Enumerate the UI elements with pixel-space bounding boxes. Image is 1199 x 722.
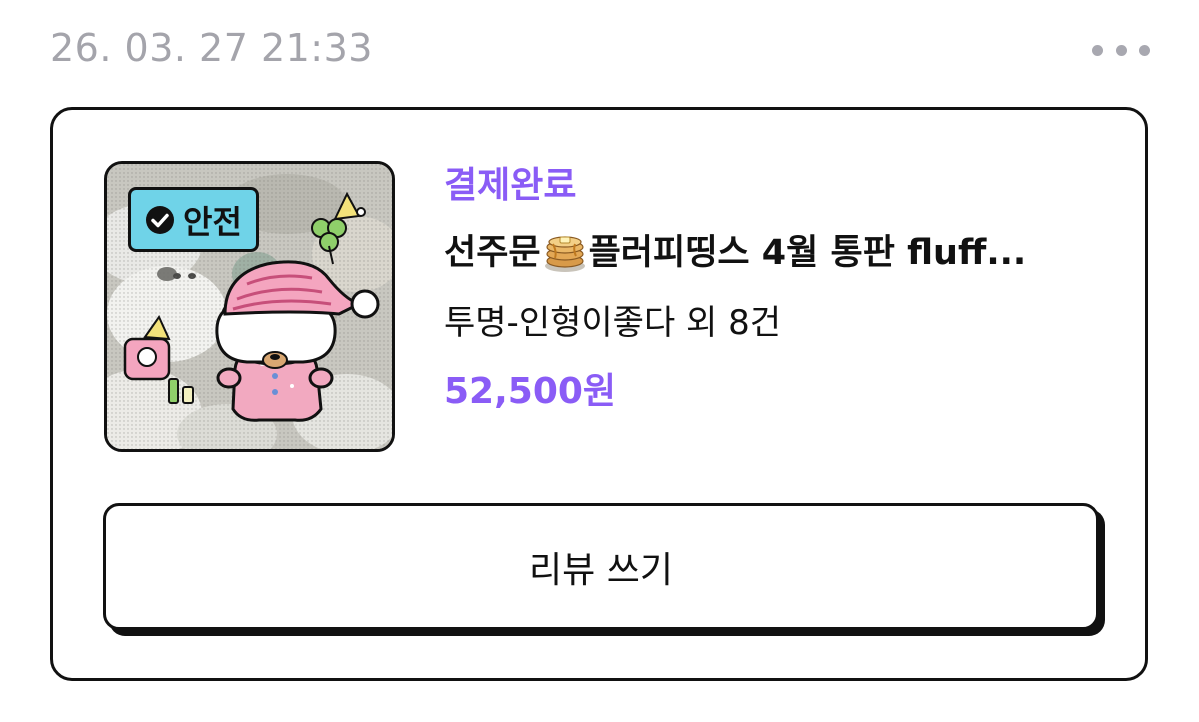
more-options-icon[interactable]	[1092, 40, 1150, 60]
product-title-suffix: 플러피띵스 4월 통판 fluff...	[588, 233, 1027, 273]
write-review-button[interactable]: 리뷰 쓰기	[103, 503, 1099, 630]
more-dot	[1115, 44, 1127, 56]
product-title-prefix: 선주문	[444, 233, 541, 273]
order-price: 52,500원	[444, 371, 617, 412]
more-dot	[1092, 44, 1103, 56]
product-title[interactable]: 선주문 플러피띵스 4월 통판 fluff...	[444, 230, 1104, 276]
check-circle-icon	[146, 205, 174, 234]
product-thumbnail[interactable]: 안전	[104, 161, 395, 452]
safe-badge: 안전	[128, 187, 259, 252]
payment-status: 결제완료	[444, 165, 577, 206]
order-history-page: 26. 03. 27 21:33 안전 결제완료 선주문 플러피띵스 4월 통판…	[0, 0, 1199, 722]
order-card[interactable]: 안전 결제완료 선주문 플러피띵스 4월 통판 fluff... 투명-인형이좋…	[50, 107, 1148, 681]
more-dot	[1139, 44, 1150, 56]
product-options: 투명-인형이좋다 외 8건	[444, 303, 782, 343]
order-info: 결제완료 선주문 플러피띵스 4월 통판 fluff... 투명-인형이좋다 외…	[444, 162, 1104, 416]
safe-badge-label: 안전	[183, 202, 242, 241]
order-date: 26. 03. 27 21:33	[50, 26, 373, 70]
pancake-icon	[544, 236, 585, 272]
